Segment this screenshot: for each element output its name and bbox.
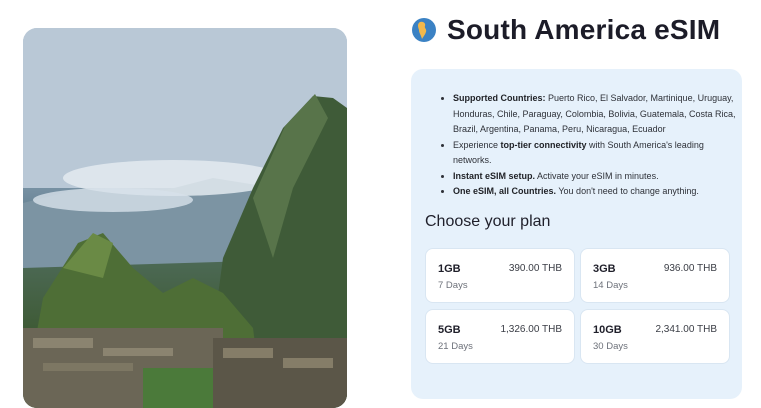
- plan-days: 7 Days: [438, 280, 468, 291]
- features-list: Supported Countries: Puerto Rico, El Sal…: [439, 91, 743, 200]
- page-title: South America eSIM: [447, 14, 721, 45]
- plans-heading: Choose your plan: [425, 213, 551, 230]
- plan-price: 1,326.00 THB: [500, 324, 562, 335]
- page-header: South America eSIM: [411, 14, 720, 46]
- plan-data: 5GB: [438, 324, 461, 336]
- hero-image: [23, 28, 347, 408]
- plan-card-5gb[interactable]: 5GB 1,326.00 THB 21 Days: [425, 309, 575, 364]
- plan-data: 3GB: [593, 263, 616, 275]
- feature-item: Experience top-tier connectivity with So…: [453, 138, 743, 169]
- plan-days: 30 Days: [593, 341, 628, 352]
- plan-panel: Supported Countries: Puerto Rico, El Sal…: [411, 69, 742, 399]
- plan-days: 21 Days: [438, 341, 473, 352]
- feature-item: Instant eSIM setup. Activate your eSIM i…: [453, 169, 743, 185]
- feature-item: One eSIM, all Countries. You don't need …: [453, 184, 743, 200]
- plan-price: 390.00 THB: [508, 263, 562, 274]
- plan-price: 936.00 THB: [663, 263, 717, 274]
- plan-data: 10GB: [593, 324, 622, 336]
- plan-price: 2,341.00 THB: [655, 324, 717, 335]
- feature-item: Supported Countries: Puerto Rico, El Sal…: [453, 91, 743, 138]
- mountain-photo: [23, 28, 347, 408]
- plan-card-3gb[interactable]: 3GB 936.00 THB 14 Days: [580, 248, 730, 303]
- plan-card-1gb[interactable]: 1GB 390.00 THB 7 Days: [425, 248, 575, 303]
- plan-days: 14 Days: [593, 280, 628, 291]
- plan-card-10gb[interactable]: 10GB 2,341.00 THB 30 Days: [580, 309, 730, 364]
- globe-americas-icon: [412, 18, 436, 42]
- plan-data: 1GB: [438, 263, 461, 275]
